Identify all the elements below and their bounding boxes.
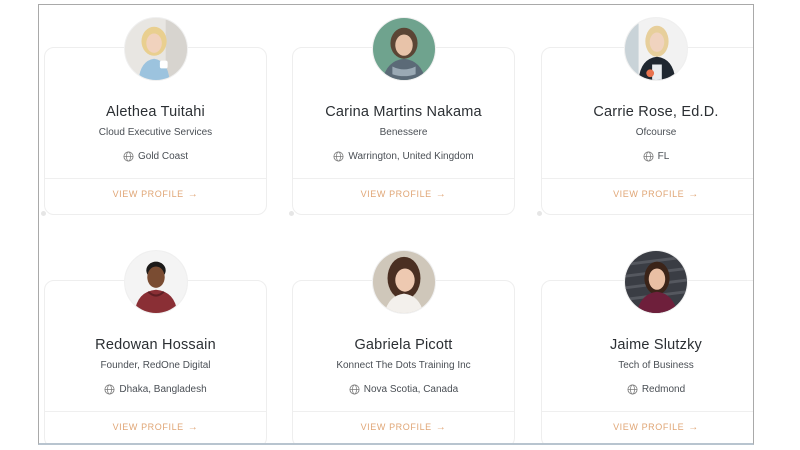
view-profile-label: VIEW PROFILE (360, 422, 432, 432)
profile-card: Carrie Rose, Ed.D. Ofcourse FL VIEW PROF… (541, 17, 753, 215)
avatar[interactable] (371, 250, 436, 314)
profile-company: Tech of Business (618, 360, 694, 371)
avatar-photo (372, 251, 435, 313)
avatar-photo (124, 18, 187, 80)
profile-location: Dhaka, Bangladesh (45, 384, 266, 395)
view-profile-link[interactable]: VIEW PROFILE → (293, 422, 514, 433)
avatar[interactable] (123, 250, 188, 314)
profile-location: Nova Scotia, Canada (293, 384, 514, 395)
view-profile-label: VIEW PROFILE (360, 189, 432, 199)
profile-name: Jaime Slutzky (609, 337, 703, 353)
profile-name: Alethea Tuitahi (106, 104, 205, 120)
card-divider (45, 178, 266, 179)
carousel-dot (289, 211, 294, 216)
view-profile-label: VIEW PROFILE (112, 189, 184, 199)
profile-location: FL (542, 151, 753, 162)
profile-location-text: FL (657, 151, 670, 162)
profile-company: Benessere (379, 127, 428, 138)
globe-icon (333, 151, 344, 162)
view-profile-label: VIEW PROFILE (112, 422, 184, 432)
card-divider (293, 178, 514, 179)
profile-company: Cloud Executive Services (98, 127, 213, 138)
profile-location-text: Dhaka, Bangladesh (119, 384, 207, 395)
profile-card: Carina Martins Nakama Benessere Warringt… (292, 17, 515, 215)
profiles-grid: Alethea Tuitahi Cloud Executive Services… (39, 5, 753, 443)
avatar-photo (124, 251, 187, 313)
profile-name: Carrie Rose, Ed.D. (593, 104, 719, 120)
profile-location-text: Warrington, United Kingdom (348, 151, 474, 162)
view-profile-label: VIEW PROFILE (613, 189, 685, 199)
carousel-dot (41, 211, 46, 216)
card-divider (542, 178, 753, 179)
arrow-right-icon: → (435, 422, 447, 433)
card-divider (542, 411, 753, 412)
view-profile-link[interactable]: VIEW PROFILE → (293, 189, 514, 200)
arrow-right-icon: → (688, 422, 699, 433)
profile-name: Gabriela Picott (354, 337, 453, 353)
globe-icon (643, 151, 654, 162)
profile-card: Redowan Hossain Founder, RedOne Digital … (44, 250, 267, 443)
avatar[interactable] (624, 17, 688, 81)
profile-location-text: Gold Coast (137, 151, 189, 162)
profile-location-text: Redmond (641, 384, 686, 395)
carousel-dot (537, 211, 542, 216)
profile-card: Gabriela Picott Konnect The Dots Trainin… (292, 250, 515, 443)
profile-location: Gold Coast (45, 151, 266, 162)
globe-icon (104, 384, 115, 395)
globe-icon (123, 151, 134, 162)
arrow-right-icon: → (688, 189, 699, 200)
profile-location: Warrington, United Kingdom (293, 151, 514, 162)
avatar-photo (372, 18, 435, 80)
avatar-photo (625, 18, 687, 80)
arrow-right-icon: → (435, 189, 447, 200)
card-divider (293, 411, 514, 412)
profiles-grid-frame: Alethea Tuitahi Cloud Executive Services… (38, 4, 754, 445)
arrow-right-icon: → (187, 422, 199, 433)
profile-name: Carina Martins Nakama (325, 104, 482, 120)
avatar[interactable] (624, 250, 688, 314)
card-divider (45, 411, 266, 412)
view-profile-link[interactable]: VIEW PROFILE → (542, 422, 753, 433)
globe-icon (627, 384, 638, 395)
avatar-photo (625, 251, 687, 313)
profile-company: Ofcourse (635, 127, 677, 138)
profile-name: Redowan Hossain (95, 337, 216, 353)
view-profile-link[interactable]: VIEW PROFILE → (45, 189, 266, 200)
arrow-right-icon: → (187, 189, 199, 200)
profile-company: Founder, RedOne Digital (100, 360, 211, 371)
profile-location: Redmond (542, 384, 753, 395)
profile-company: Konnect The Dots Training Inc (336, 360, 471, 371)
avatar[interactable] (371, 17, 436, 81)
profile-card: Jaime Slutzky Tech of Business Redmond V… (541, 250, 753, 443)
globe-icon (349, 384, 360, 395)
avatar[interactable] (123, 17, 188, 81)
view-profile-label: VIEW PROFILE (613, 422, 685, 432)
profile-card: Alethea Tuitahi Cloud Executive Services… (44, 17, 267, 215)
view-profile-link[interactable]: VIEW PROFILE → (45, 422, 266, 433)
profile-location-text: Nova Scotia, Canada (363, 384, 459, 395)
view-profile-link[interactable]: VIEW PROFILE → (542, 189, 753, 200)
